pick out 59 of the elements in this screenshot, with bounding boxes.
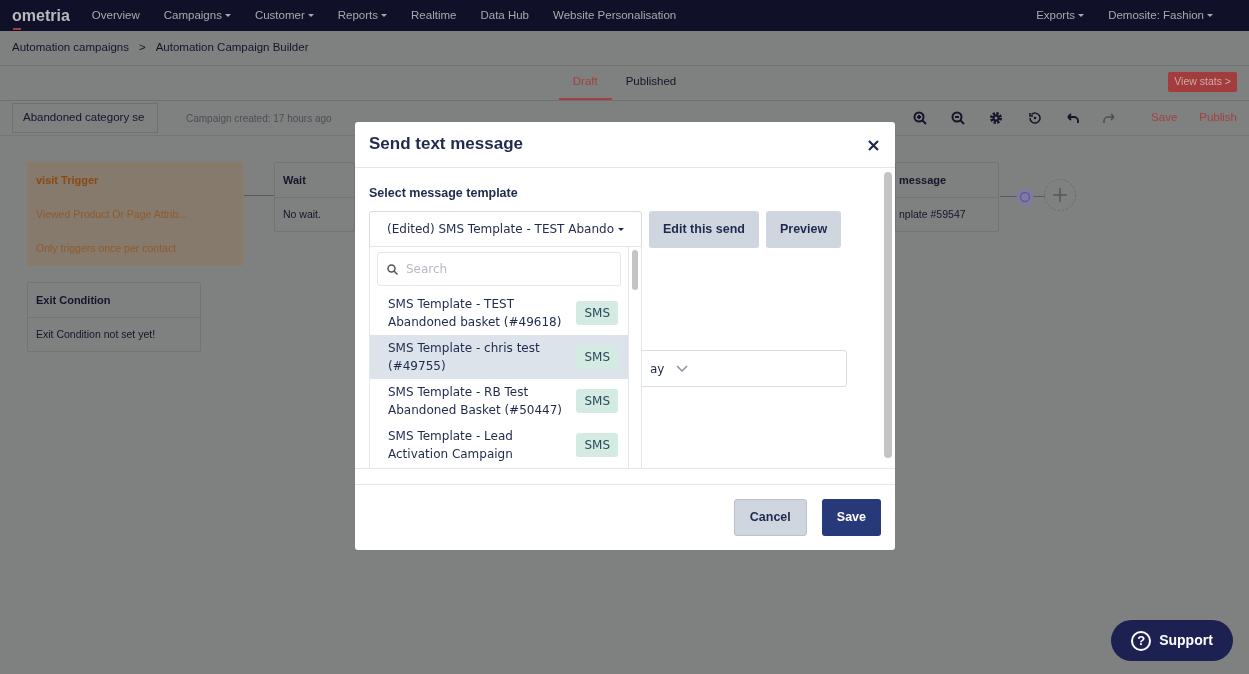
search-field[interactable]: Search — [377, 252, 622, 286]
node-title: Exit Condition — [35, 292, 112, 308]
preview-button[interactable]: Preview — [765, 210, 842, 248]
undo-icon[interactable] — [1065, 112, 1080, 124]
option-label: SMS Template - Lead Activation Campaign — [388, 428, 514, 463]
template-select[interactable]: (Edited) SMS Template - TEST Abando — [369, 210, 642, 248]
breadcrumb-link[interactable]: Automation campaigns — [12, 39, 129, 57]
zoom-out-icon[interactable] — [951, 111, 966, 125]
node-detail: Viewed Product Or Page Attrib... — [28, 197, 242, 231]
nav-link[interactable]: Realtime — [411, 6, 457, 25]
nav-link[interactable]: Reports — [337, 6, 388, 25]
step-node[interactable]: Wait No wait. — [274, 162, 355, 232]
step-node[interactable]: message nplate #59547 — [895, 162, 999, 232]
history-icon[interactable] — [1027, 111, 1042, 125]
breadcrumb-separator: > — [139, 40, 146, 56]
dropdown-option[interactable]: SMS Template - Lead Activation Campaign SMS — [370, 423, 629, 467]
option-label: SMS Template - RB Test Abandoned Basket (#50447) — [388, 384, 564, 419]
settings-icon[interactable] — [989, 111, 1004, 125]
scrollbar-thumb[interactable] — [884, 172, 892, 458]
logo[interactable]: ometria — [12, 3, 70, 28]
node-title: visit Trigger — [35, 172, 100, 188]
field-label: Select message template — [369, 185, 519, 202]
sms-tag: SMS — [576, 301, 619, 325]
option-label: SMS Template - TEST Abandoned basket (#49618) — [388, 296, 563, 331]
option-label: SMS Template - chris test (#49755) — [388, 340, 541, 375]
message-node-icon[interactable] — [1016, 188, 1034, 206]
save-button[interactable]: Save — [821, 499, 881, 536]
edit-button[interactable]: Edit this send — [649, 210, 759, 248]
dropdown-option[interactable]: SMS Template - TEST Abandoned basket (#49618) SMS — [370, 291, 629, 335]
nav-link[interactable]: Overview — [91, 6, 140, 25]
nav-link[interactable]: Customer — [254, 6, 314, 25]
node-detail: Only triggers once per contact — [28, 231, 242, 265]
nav-link[interactable]: Campaigns — [163, 6, 231, 25]
nav-link[interactable]: Website Personalisation — [553, 6, 677, 25]
dropdown-option[interactable]: SMS Template - RB Test Abandoned Basket (#50447) SMS — [370, 379, 629, 423]
campaign-name-field[interactable]: Abandoned category se — [12, 103, 158, 133]
nav-link[interactable]: Exports — [1036, 6, 1085, 25]
tab[interactable]: Published — [611, 66, 691, 100]
close-icon — [868, 139, 879, 151]
zoom-in-icon[interactable] — [913, 111, 928, 125]
node-title: message — [898, 172, 948, 188]
cancel-button[interactable]: Cancel — [733, 499, 807, 536]
node-detail: Exit Condition not set yet! — [28, 317, 200, 351]
sms-tag: SMS — [576, 389, 619, 413]
search-icon — [387, 264, 398, 275]
node-detail: No wait. — [275, 197, 354, 231]
breadcrumb-link[interactable]: Automation Campaign Builder — [155, 39, 309, 57]
node-detail: nplate #59547 — [896, 197, 998, 231]
step-node[interactable]: Exit Condition Exit Condition not set yet! — [27, 282, 201, 352]
dropdown-option[interactable]: SMS Template - chris test (#49755) SMS — [370, 335, 629, 379]
scrollbar-thumb[interactable] — [632, 250, 639, 290]
sms-tag: SMS — [576, 345, 619, 369]
nav-link[interactable]: Demosite: Fashion — [1108, 6, 1213, 25]
dialog-title: Send text message — [369, 134, 523, 155]
sms-tag: SMS — [576, 433, 619, 457]
node-title: Wait — [282, 172, 307, 188]
chevron-down-icon[interactable] — [676, 365, 689, 372]
support-button[interactable]: ? Support — [1111, 620, 1233, 661]
nav-link[interactable]: Data Hub — [480, 6, 530, 25]
